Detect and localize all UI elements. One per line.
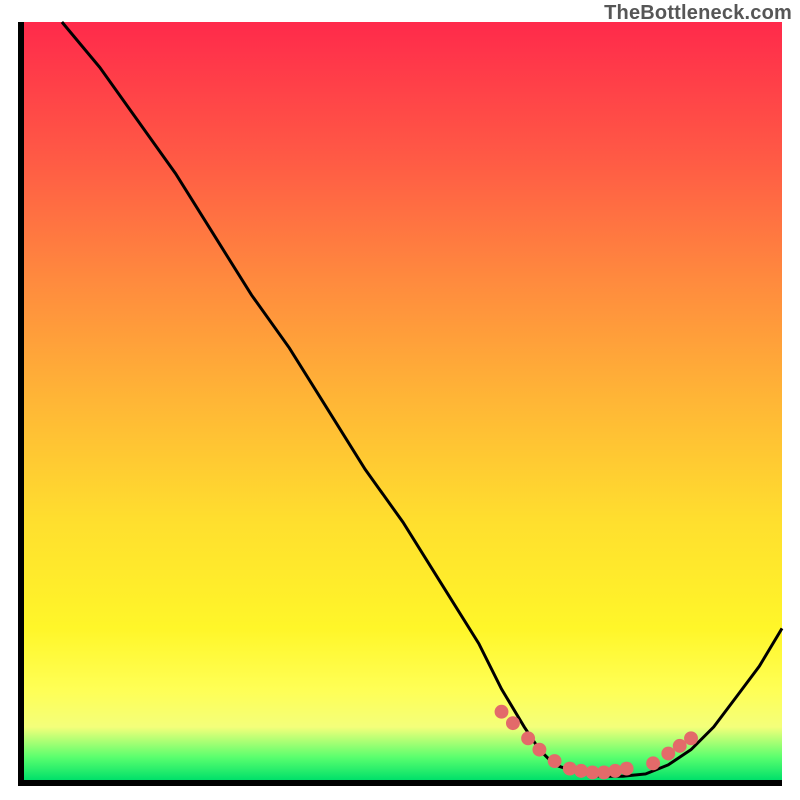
marker-dot	[495, 705, 509, 719]
bottleneck-curve-line	[62, 22, 782, 776]
marker-dot	[620, 762, 634, 776]
marker-dot	[661, 747, 675, 761]
optimal-range-markers	[495, 705, 698, 780]
chart-svg	[24, 22, 782, 780]
marker-dot	[673, 739, 687, 753]
chart-container: TheBottleneck.com	[0, 0, 800, 800]
marker-dot	[684, 731, 698, 745]
marker-dot	[548, 754, 562, 768]
marker-dot	[521, 731, 535, 745]
marker-dot	[646, 756, 660, 770]
marker-dot	[506, 716, 520, 730]
marker-dot	[532, 743, 546, 757]
plot-area	[18, 22, 782, 786]
